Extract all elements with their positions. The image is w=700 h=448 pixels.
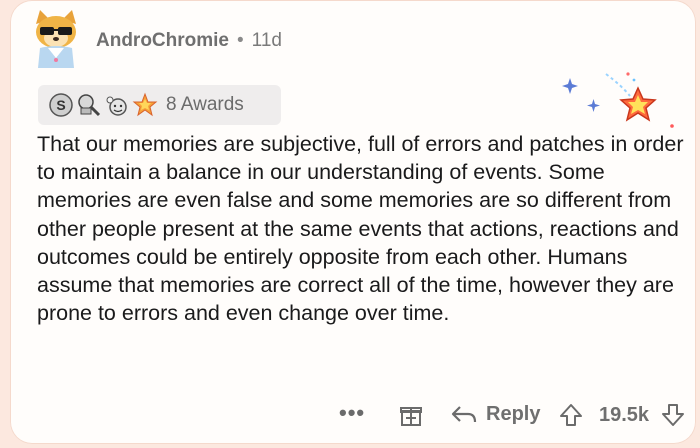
avatar-icon: [36, 10, 76, 68]
give-award-button[interactable]: [398, 402, 424, 428]
more-options-button[interactable]: •••: [339, 400, 365, 426]
vote-score: 19.5k: [599, 404, 650, 426]
reply-arrow-icon: [451, 406, 477, 423]
user-avatar[interactable]: [30, 8, 82, 70]
comment-body: That our memories are subjective, full o…: [37, 132, 684, 326]
awards-count: 8 Awards: [166, 94, 244, 115]
comment-header: AndroChromie • 11d: [96, 30, 282, 52]
downvote-button[interactable]: [660, 402, 686, 428]
username-link[interactable]: AndroChromie: [96, 30, 229, 52]
helpful-award-icon: [78, 94, 101, 117]
reply-label: Reply: [486, 402, 541, 425]
comment-age[interactable]: 11d: [252, 30, 282, 52]
starstruck-award-icon: [132, 92, 158, 117]
comment-actions: ••• Reply 19.5k: [10, 400, 696, 436]
wholesome-award-icon: [106, 96, 127, 116]
comment-card: AndroChromie • 11d S 8 Awards That our m…: [10, 0, 696, 444]
silver-award-icon: S: [49, 93, 73, 117]
upvote-arrow-icon: [560, 404, 582, 426]
downvote-arrow-icon: [662, 404, 684, 426]
svg-text:S: S: [56, 97, 65, 113]
sparkle-icon: [562, 72, 674, 128]
award-sparkle-decoration: [562, 72, 674, 128]
awards-bar[interactable]: S 8 Awards: [38, 85, 281, 125]
gift-icon: [400, 407, 422, 426]
upvote-button[interactable]: [558, 402, 584, 428]
separator-dot: •: [237, 30, 244, 51]
reply-button[interactable]: Reply: [450, 402, 540, 426]
star-icon: [619, 86, 657, 122]
